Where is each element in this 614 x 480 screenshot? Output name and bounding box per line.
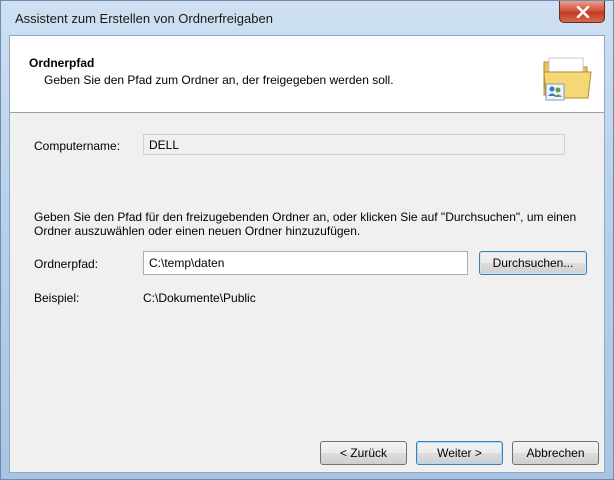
window-title: Assistent zum Erstellen von Ordnerfreiga… xyxy=(15,11,273,26)
next-button[interactable]: Weiter > xyxy=(416,441,503,465)
example-label: Beispiel: xyxy=(34,291,80,305)
shared-folder-icon xyxy=(543,57,592,101)
back-button[interactable]: < Zurück xyxy=(320,441,407,465)
cancel-button[interactable]: Abbrechen xyxy=(512,441,599,465)
close-button[interactable] xyxy=(559,1,605,23)
browse-button[interactable]: Durchsuchen... xyxy=(479,251,587,275)
page-subtitle: Geben Sie den Pfad zum Ordner an, der fr… xyxy=(44,73,394,87)
example-path: C:\Dokumente\Public xyxy=(143,291,256,305)
folder-path-label: Ordnerpfad: xyxy=(34,257,99,271)
wizard-window: Assistent zum Erstellen von Ordnerfreiga… xyxy=(0,0,614,480)
close-icon xyxy=(576,6,590,18)
instructions-text: Geben Sie den Pfad für den freizugebende… xyxy=(34,210,577,238)
title-bar[interactable]: Assistent zum Erstellen von Ordnerfreiga… xyxy=(1,1,613,35)
computer-name-field: DELL xyxy=(143,134,565,155)
dialog-client-area: Ordnerpfad Geben Sie den Pfad zum Ordner… xyxy=(9,35,605,473)
page-title: Ordnerpfad xyxy=(29,56,95,70)
wizard-header: Ordnerpfad Geben Sie den Pfad zum Ordner… xyxy=(10,36,604,113)
folder-path-input[interactable] xyxy=(143,251,468,275)
computer-name-label: Computername: xyxy=(34,139,121,153)
